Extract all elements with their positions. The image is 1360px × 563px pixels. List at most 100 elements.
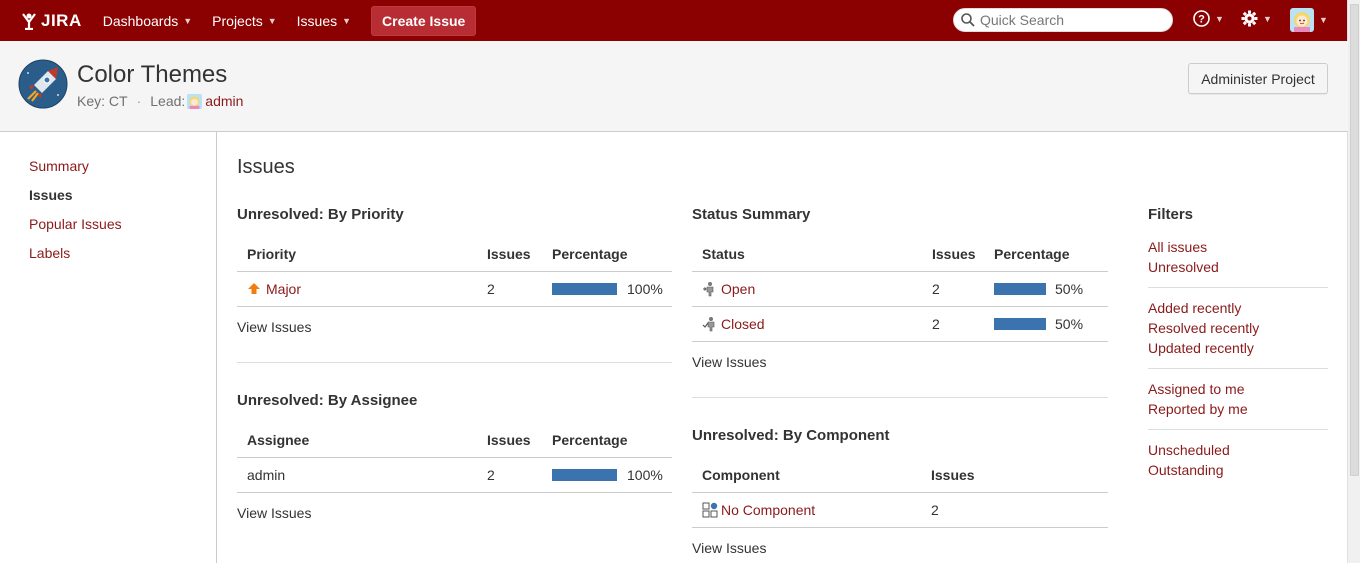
table-divider: [692, 271, 1108, 272]
status-open-bar: [994, 283, 1046, 295]
table-row: Open: [702, 281, 755, 297]
table-divider: [692, 492, 1108, 493]
percentage-col-header: Percentage: [552, 432, 628, 448]
by-priority-view-issues-link[interactable]: View Issues: [237, 319, 311, 335]
jira-logo-text: JIRA: [41, 10, 82, 30]
priority-major-count: 2: [487, 281, 495, 297]
priority-major-icon: [248, 283, 260, 294]
issues-col-header: Issues: [487, 246, 531, 262]
chevron-down-icon: ▼: [267, 15, 277, 26]
by-assignee-view-issues-link[interactable]: View Issues: [237, 505, 311, 521]
status-col-header: Status: [702, 246, 745, 262]
component-icon: [702, 502, 718, 518]
svg-text:?: ?: [1198, 14, 1205, 26]
by-component-title: Unresolved: By Component: [692, 427, 890, 444]
section-divider: [237, 362, 672, 363]
nav-projects[interactable]: Projects ▼: [212, 13, 277, 29]
table-divider: [237, 271, 672, 272]
meta-separator: ·: [136, 93, 142, 109]
status-open-count: 2: [932, 281, 940, 297]
status-summary-title: Status Summary: [692, 206, 811, 223]
sidebar-item-popular-issues[interactable]: Popular Issues: [29, 216, 122, 232]
filter-divider: [1148, 429, 1328, 430]
table-divider: [237, 457, 672, 458]
page-title: Issues: [237, 156, 295, 178]
filter-resolved-recently[interactable]: Resolved recently: [1148, 320, 1259, 336]
search-icon: [961, 13, 975, 27]
table-divider: [237, 492, 672, 493]
lead-avatar-icon: [187, 93, 203, 109]
settings-menu[interactable]: ▼: [1241, 10, 1272, 27]
project-title: Color Themes: [77, 61, 228, 88]
chevron-down-icon: ▼: [342, 15, 352, 26]
filter-divider: [1148, 368, 1328, 369]
percentage-col-header: Percentage: [994, 246, 1070, 262]
filter-all-issues[interactable]: All issues: [1148, 239, 1207, 255]
project-avatar-rocket-icon[interactable]: [18, 59, 68, 109]
status-closed-bar: [994, 318, 1046, 330]
status-closed-link[interactable]: Closed: [721, 316, 765, 332]
user-avatar-icon: [1290, 8, 1314, 32]
filter-updated-recently[interactable]: Updated recently: [1148, 340, 1254, 356]
component-none-link[interactable]: No Component: [721, 502, 815, 518]
sidebar-item-labels[interactable]: Labels: [29, 245, 70, 261]
chevron-down-icon: ▼: [1319, 15, 1328, 25]
nav-issues-label: Issues: [296, 12, 338, 29]
project-meta: Key: CT · Lead: admin: [77, 93, 243, 109]
gear-icon: [1241, 10, 1258, 27]
issues-col-header: Issues: [932, 246, 976, 262]
nav-issues[interactable]: Issues ▼: [297, 13, 351, 29]
by-assignee-title: Unresolved: By Assignee: [237, 392, 418, 409]
user-menu[interactable]: ▼: [1290, 8, 1328, 32]
table-divider: [237, 306, 672, 307]
status-summary-view-issues-link[interactable]: View Issues: [692, 354, 766, 370]
table-divider: [692, 306, 1108, 307]
project-lead-link[interactable]: admin: [205, 93, 243, 109]
nav-dashboards-label: Dashboards: [102, 12, 179, 29]
filters-title: Filters: [1148, 206, 1194, 223]
quick-search[interactable]: [953, 8, 1173, 32]
filter-reported-by-me[interactable]: Reported by me: [1148, 401, 1248, 417]
filter-divider: [1148, 287, 1328, 288]
priority-col-header: Priority: [247, 246, 297, 262]
filter-added-recently[interactable]: Added recently: [1148, 300, 1241, 316]
project-sidebar: Summary Issues Popular Issues Labels: [0, 132, 217, 563]
issues-col-header: Issues: [931, 467, 975, 483]
chevron-down-icon: ▼: [1215, 13, 1224, 24]
filter-outstanding[interactable]: Outstanding: [1148, 462, 1224, 478]
jira-logo[interactable]: JIRA: [20, 11, 82, 31]
create-issue-button[interactable]: Create Issue: [371, 5, 477, 36]
assignee-admin-bar: [552, 469, 617, 481]
project-lead-label: Lead:: [150, 93, 186, 109]
sidebar-item-issues[interactable]: Issues: [29, 187, 73, 203]
status-open-icon: [703, 282, 714, 297]
priority-major-bar: [552, 283, 617, 295]
status-open-link[interactable]: Open: [721, 281, 755, 297]
administer-project-button[interactable]: Administer Project: [1188, 63, 1328, 94]
status-closed-count: 2: [932, 316, 940, 332]
by-component-view-issues-link[interactable]: View Issues: [692, 540, 766, 556]
filter-assigned-to-me[interactable]: Assigned to me: [1148, 381, 1245, 397]
help-menu[interactable]: ? ▼: [1193, 10, 1224, 27]
chevron-down-icon: ▼: [1263, 13, 1272, 24]
table-divider: [692, 527, 1108, 528]
by-priority-title: Unresolved: By Priority: [237, 206, 404, 223]
assignee-admin-link[interactable]: admin: [247, 467, 285, 483]
quick-search-input[interactable]: [980, 12, 1160, 28]
issues-col-header: Issues: [487, 432, 531, 448]
table-row: No Component: [702, 502, 815, 518]
table-row: Closed: [702, 316, 765, 332]
table-row: Major: [247, 281, 301, 297]
sidebar-item-summary[interactable]: Summary: [29, 158, 89, 174]
help-icon: ?: [1193, 10, 1210, 27]
nav-dashboards[interactable]: Dashboards ▼: [103, 13, 192, 29]
priority-major-link[interactable]: Major: [266, 281, 301, 297]
vertical-scrollbar[interactable]: [1347, 0, 1360, 563]
jira-logo-icon: [22, 12, 36, 30]
priority-major-pct: 100%: [627, 281, 663, 297]
status-closed-icon: [702, 317, 715, 332]
filter-unscheduled[interactable]: Unscheduled: [1148, 442, 1230, 458]
assignee-col-header: Assignee: [247, 432, 310, 448]
scrollbar-thumb[interactable]: [1350, 4, 1359, 476]
filter-unresolved[interactable]: Unresolved: [1148, 259, 1219, 275]
